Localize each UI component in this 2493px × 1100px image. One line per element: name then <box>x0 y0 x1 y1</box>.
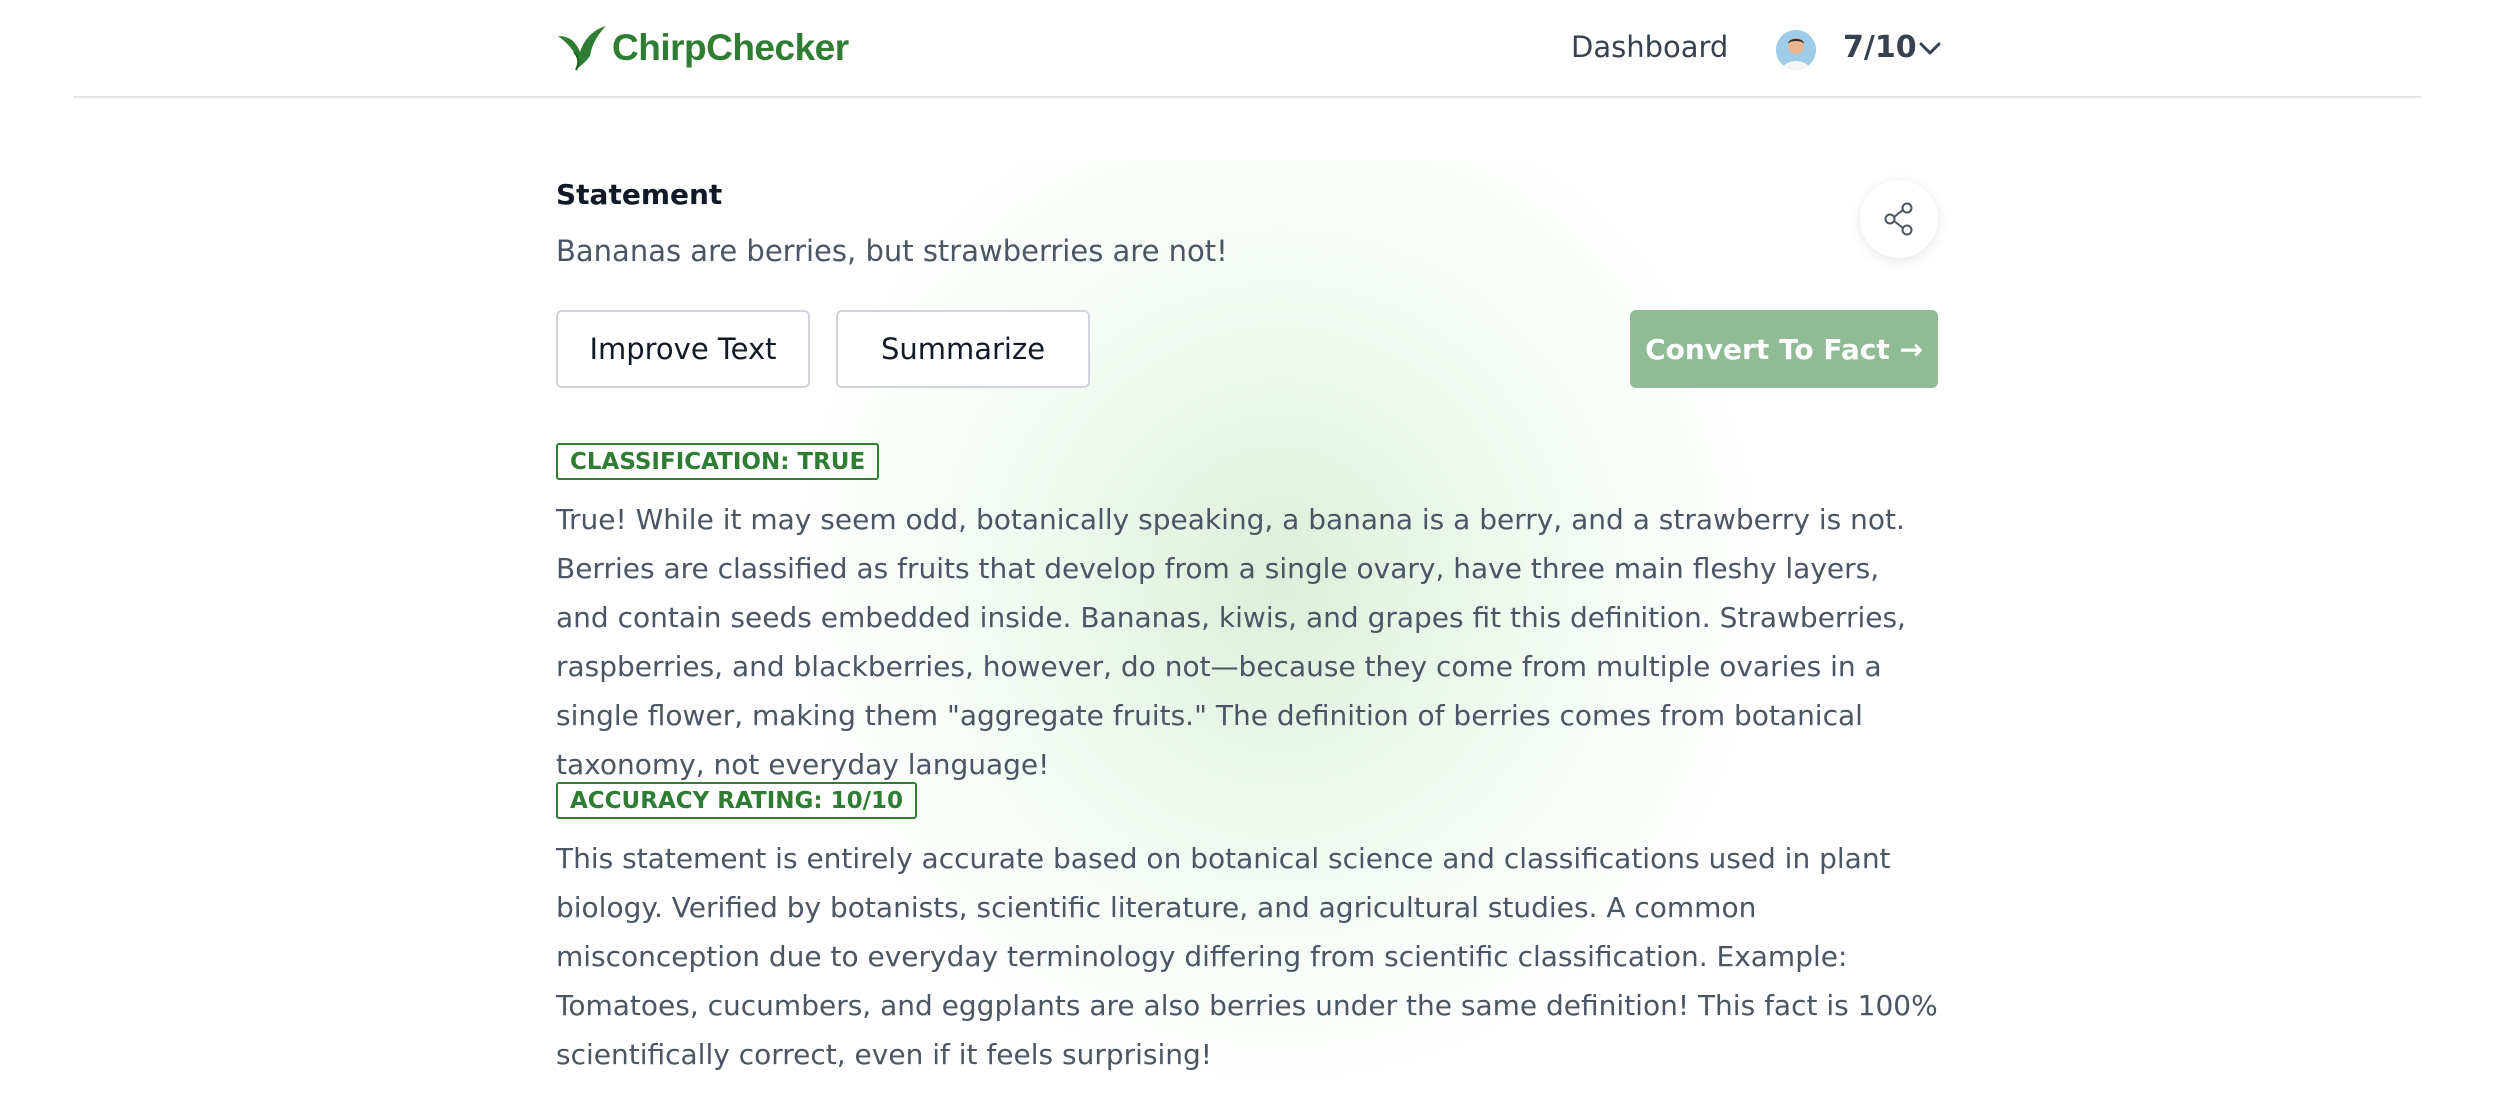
brand-name: ChirpChecker <box>612 27 849 68</box>
user-avatar-icon <box>1776 30 1816 70</box>
share-icon <box>1884 202 1913 236</box>
accuracy-text: This statement is entirely accurate base… <box>556 842 1938 1071</box>
statement-text: Bananas are berries, but strawberries ar… <box>556 234 1228 268</box>
classification-text: True! While it may seem odd, botanically… <box>556 503 1906 781</box>
brand-logo[interactable]: ChirpChecker <box>556 22 849 74</box>
improve-text-button[interactable]: Improve Text <box>556 310 810 388</box>
convert-to-fact-button[interactable]: Convert To Fact → <box>1630 310 1938 388</box>
chevron-down-icon[interactable] <box>1915 34 1945 64</box>
top-navbar: ChirpChecker Dashboard 7/10 <box>73 0 2421 98</box>
score-display: 7/10 <box>1843 30 1917 65</box>
accuracy-badge: ACCURACY RATING: 10/10 <box>556 782 918 819</box>
bird-logo-icon <box>558 26 606 71</box>
share-button[interactable] <box>1860 180 1938 258</box>
summarize-button[interactable]: Summarize <box>836 310 1090 388</box>
nav-dashboard-link[interactable]: Dashboard <box>1571 30 1728 64</box>
statement-title: Statement <box>556 178 723 211</box>
avatar[interactable] <box>1776 30 1816 70</box>
classification-badge: CLASSIFICATION: TRUE <box>556 443 880 480</box>
